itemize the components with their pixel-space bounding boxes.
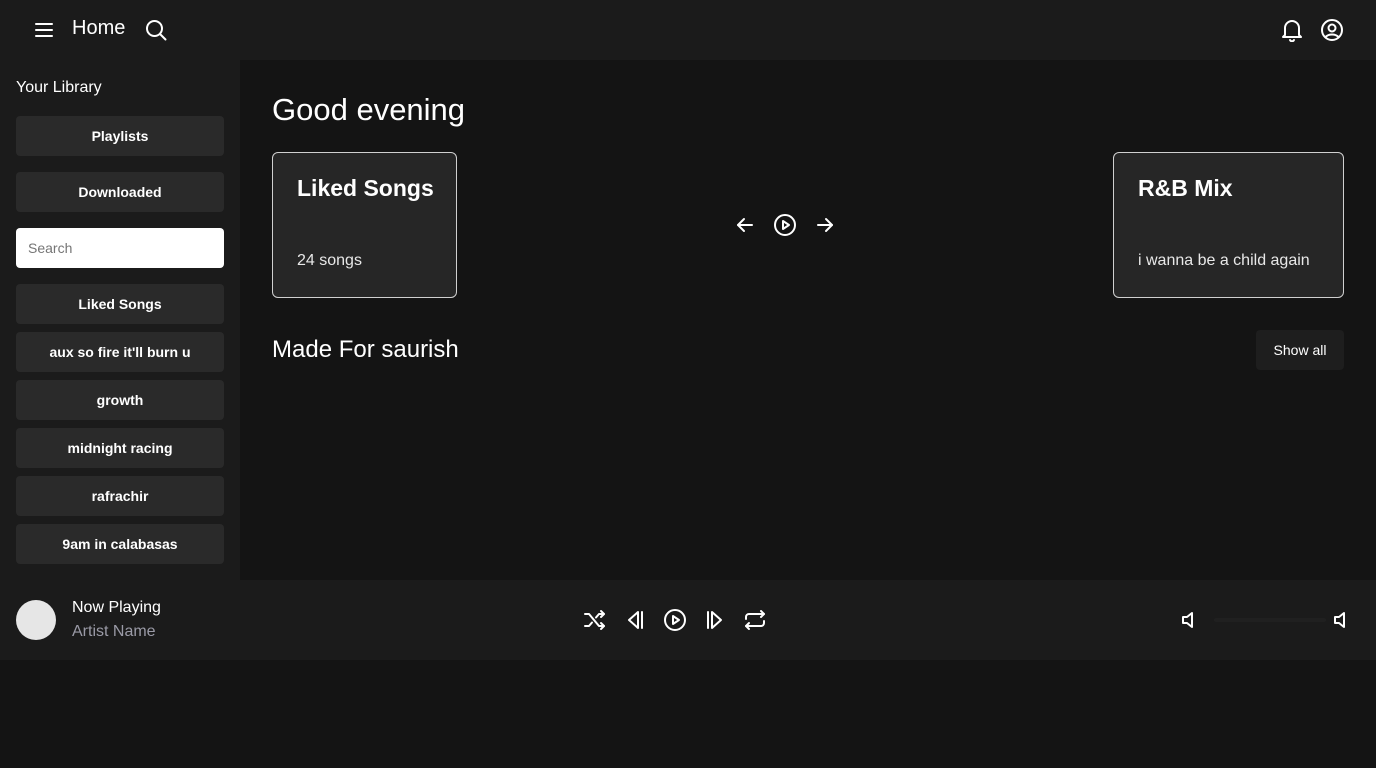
liked-songs-card[interactable]: Liked Songs 24 songs [272, 152, 457, 298]
menu-icon[interactable] [30, 16, 58, 44]
rnb-mix-card[interactable]: R&B Mix i wanna be a child again [1113, 152, 1344, 298]
sidebar-item-liked-songs[interactable]: Liked Songs [16, 284, 224, 324]
play-circle-icon[interactable] [661, 606, 689, 634]
section-title: Made For saurish [272, 336, 459, 363]
repeat-icon[interactable] [741, 606, 769, 634]
sidebar-item-rafrachir[interactable]: rafrachir [16, 476, 224, 516]
volume-mute-icon[interactable] [1176, 606, 1204, 634]
main-content [240, 60, 1376, 580]
now-playing-artist: Artist Name [72, 623, 156, 640]
play-circle-icon[interactable] [771, 211, 799, 239]
shuffle-icon[interactable] [581, 606, 609, 634]
card-subtitle: 24 songs [297, 252, 362, 269]
sidebar-item-growth[interactable]: growth [16, 380, 224, 420]
sidebar-item-9am-in-calabasas[interactable]: 9am in calabasas [16, 524, 224, 564]
arrow-left-icon[interactable] [731, 211, 759, 239]
volume-icon[interactable] [1328, 606, 1356, 634]
card-subtitle: i wanna be a child again [1138, 252, 1310, 269]
volume-slider[interactable] [1214, 618, 1326, 622]
page-title: Home [72, 17, 126, 39]
downloaded-button[interactable]: Downloaded [16, 172, 224, 212]
arrow-right-icon[interactable] [811, 211, 839, 239]
library-search-input[interactable] [16, 228, 224, 268]
top-bar [0, 0, 1376, 60]
skip-back-icon[interactable] [621, 606, 649, 634]
card-title: Liked Songs [297, 175, 434, 201]
bell-icon[interactable] [1278, 16, 1306, 44]
sidebar-item-midnight-racing[interactable]: midnight racing [16, 428, 224, 468]
search-icon[interactable] [142, 16, 170, 44]
greeting-heading: Good evening [272, 92, 466, 127]
user-circle-icon[interactable] [1318, 16, 1346, 44]
album-art [16, 600, 56, 640]
skip-forward-icon[interactable] [701, 606, 729, 634]
show-all-button[interactable]: Show all [1256, 330, 1344, 370]
sidebar-item-aux-so-fire[interactable]: aux so fire it'll burn u [16, 332, 224, 372]
now-playing-title: Now Playing [72, 599, 161, 616]
card-title: R&B Mix [1138, 175, 1233, 201]
library-title: Your Library [16, 79, 102, 96]
playlists-button[interactable]: Playlists [16, 116, 224, 156]
